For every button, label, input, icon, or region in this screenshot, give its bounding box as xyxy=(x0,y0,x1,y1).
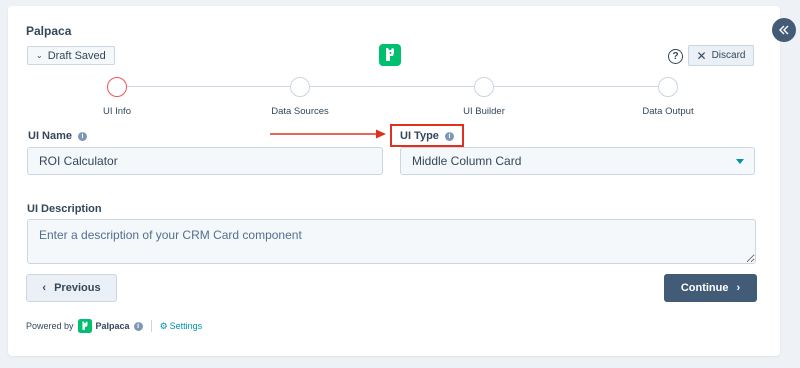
ui-type-value: Middle Column Card xyxy=(412,154,522,168)
app-title: Palpaca xyxy=(26,24,72,38)
draft-saved-button[interactable]: ⌄ Draft Saved xyxy=(27,46,115,65)
chevron-down-icon: ⌄ xyxy=(36,51,43,60)
ui-description-label: UI Description xyxy=(27,203,102,215)
continue-label: Continue xyxy=(680,282,729,294)
ui-type-select[interactable]: Middle Column Card xyxy=(400,147,755,175)
help-icon[interactable]: ? xyxy=(668,49,683,64)
footer-brand[interactable]: Palpaca xyxy=(96,321,130,331)
stepper-track xyxy=(127,86,667,87)
ui-description-textarea[interactable] xyxy=(27,219,756,264)
annotation-arrow-icon xyxy=(270,129,386,139)
step-ui-builder[interactable]: UI Builder xyxy=(424,77,544,117)
settings-label: Settings xyxy=(169,321,203,331)
discard-button[interactable]: ✕ Discard xyxy=(688,45,754,66)
info-icon[interactable]: i xyxy=(133,321,143,331)
info-icon[interactable]: i xyxy=(444,131,454,141)
ui-name-input[interactable]: ROI Calculator xyxy=(27,147,383,175)
chevron-left-icon: ‹ xyxy=(42,282,47,294)
step-circle xyxy=(658,77,678,97)
step-circle xyxy=(107,77,127,97)
close-icon: ✕ xyxy=(696,48,707,63)
step-circle xyxy=(474,77,494,97)
palpaca-logo-icon xyxy=(379,44,401,66)
chevron-right-icon: › xyxy=(736,282,741,294)
draft-saved-label: Draft Saved xyxy=(47,49,106,62)
divider xyxy=(150,320,152,332)
step-data-sources[interactable]: Data Sources xyxy=(240,77,360,117)
ui-name-label-text: UI Name xyxy=(28,130,73,142)
gear-icon: ⚙ xyxy=(159,320,168,331)
ui-name-label: UI Name i xyxy=(28,130,88,142)
ui-name-value: ROI Calculator xyxy=(39,154,118,168)
step-data-output[interactable]: Data Output xyxy=(608,77,728,117)
powered-by-text: Powered by xyxy=(26,321,74,331)
settings-link[interactable]: ⚙ Settings xyxy=(160,321,203,332)
collapse-sidebar-button[interactable] xyxy=(772,18,796,42)
step-label: UI Info xyxy=(103,106,131,117)
double-chevron-left-icon xyxy=(779,25,789,35)
previous-button[interactable]: ‹ Previous xyxy=(26,274,117,302)
step-label: Data Output xyxy=(642,106,694,117)
step-label: UI Builder xyxy=(463,106,505,117)
footer: Powered by Palpaca i ⚙ Settings xyxy=(26,319,202,333)
ui-type-label: UI Type i xyxy=(400,130,454,142)
palpaca-logo-icon xyxy=(77,319,92,333)
step-circle xyxy=(290,77,310,97)
continue-button[interactable]: Continue › xyxy=(664,274,757,302)
discard-label: Discard xyxy=(711,50,746,61)
step-ui-info[interactable]: UI Info xyxy=(57,77,177,117)
previous-label: Previous xyxy=(54,282,101,294)
step-label: Data Sources xyxy=(271,106,329,117)
ui-type-label-text: UI Type xyxy=(400,130,439,142)
dropdown-arrow-icon xyxy=(736,159,744,164)
info-icon[interactable]: i xyxy=(78,131,88,141)
